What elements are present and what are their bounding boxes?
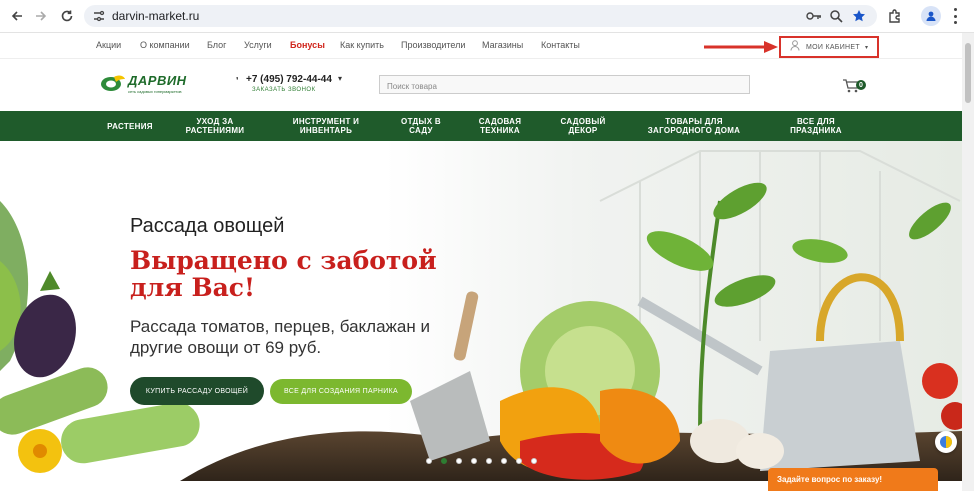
- category-label-line1: УХОД ЗА: [196, 117, 234, 126]
- logo-icon[interactable]: [100, 74, 126, 92]
- category-plant-care[interactable]: УХОД ЗА РАСТЕНИЯМИ: [170, 111, 260, 141]
- extensions-icon[interactable]: [886, 7, 904, 25]
- category-country-house[interactable]: ТОВАРЫ ДЛЯ ЗАГОРОДНОГО ДОМА: [634, 111, 754, 141]
- search-input[interactable]: [380, 78, 749, 95]
- cart-count-badge[interactable]: 0: [856, 80, 866, 90]
- slider-dot[interactable]: [531, 458, 537, 464]
- category-tools[interactable]: ИНСТРУМЕНТ И ИНВЕНТАРЬ: [278, 111, 374, 141]
- category-label-line2: САДУ: [409, 126, 433, 135]
- category-holiday[interactable]: ВСЕ ДЛЯ ПРАЗДНИКА: [770, 111, 862, 141]
- profile-icon[interactable]: [921, 6, 941, 26]
- category-label-line1: ОТДЫХ В: [401, 117, 441, 126]
- greenhouse-button[interactable]: ВСЕ ДЛЯ СОЗДАНИЯ ПАРНИКА: [270, 379, 412, 404]
- chat-label: Задайте вопрос по заказу!: [777, 475, 883, 484]
- top-nav-link-stores[interactable]: Магазины: [482, 40, 523, 50]
- phone-icon: ❜: [236, 76, 239, 85]
- address-bar[interactable]: darvin-market.ru: [84, 5, 877, 27]
- category-label-line2: РАСТЕНИЯМИ: [185, 126, 245, 135]
- forward-icon[interactable]: [32, 7, 50, 25]
- category-label-line1: САДОВЫЙ: [560, 117, 606, 126]
- category-label-line1: ТОВАРЫ ДЛЯ: [665, 117, 723, 126]
- category-label-line2: ПРАЗДНИКА: [790, 126, 842, 135]
- top-nav-link-contacts[interactable]: Контакты: [541, 40, 580, 50]
- top-nav-link-how-to-buy[interactable]: Как купить: [340, 40, 384, 50]
- url-text[interactable]: darvin-market.ru: [112, 9, 199, 23]
- category-label-line2: ЗАГОРОДНОГО ДОМА: [647, 126, 741, 135]
- callback-link[interactable]: ЗАКАЗАТЬ ЗВОНОК: [252, 87, 316, 93]
- zoom-icon[interactable]: [828, 8, 844, 24]
- site-settings-icon[interactable]: [92, 9, 106, 23]
- category-garden-machinery[interactable]: САДОВАЯ ТЕХНИКА: [464, 111, 536, 141]
- hero-title: Выращено с заботой для Вас!: [130, 246, 437, 302]
- menu-icon[interactable]: [952, 8, 958, 24]
- top-nav-link-producers[interactable]: Производители: [401, 40, 465, 50]
- slider-dot[interactable]: [516, 458, 522, 464]
- logo-tagline: сеть садовых гипермаркетов: [128, 89, 182, 94]
- chat-order-question[interactable]: Задайте вопрос по заказу!: [768, 468, 938, 491]
- hero-vegetables-image: [0, 150, 962, 481]
- slider-dot[interactable]: [471, 458, 477, 464]
- my-account-label: МОИ КАБИНЕТ: [806, 43, 860, 51]
- bookmark-star-icon[interactable]: [851, 8, 867, 24]
- phone-number[interactable]: +7 (495) 792-44-44: [246, 74, 332, 85]
- slider-dot[interactable]: [486, 458, 492, 464]
- logo-name[interactable]: ДАРВИН: [128, 73, 187, 88]
- search-box[interactable]: [379, 75, 750, 95]
- annotation-arrow: [704, 41, 778, 53]
- top-nav-link-services[interactable]: Услуги: [244, 40, 272, 50]
- category-label-line2: ДЕКОР: [568, 126, 598, 135]
- scrollbar-thumb[interactable]: [965, 43, 971, 103]
- my-account-button[interactable]: МОИ КАБИНЕТ ▾: [779, 36, 879, 58]
- chevron-down-icon: ▾: [864, 44, 868, 51]
- buy-seedlings-button[interactable]: КУПИТЬ РАССАДУ ОВОЩЕЙ: [130, 377, 264, 405]
- category-label-line1: ВСЕ ДЛЯ: [797, 117, 835, 126]
- category-nav: РАСТЕНИЯ УХОД ЗА РАСТЕНИЯМИ ИНСТРУМЕНТ ИИ…: [0, 111, 974, 141]
- category-label-line2: ТЕХНИКА: [480, 126, 520, 135]
- password-key-icon[interactable]: [806, 8, 822, 24]
- chat-assistant-icon[interactable]: [935, 431, 957, 453]
- category-label-line2: ИНВЕНТАРЬ: [299, 126, 353, 135]
- slider-dot[interactable]: [456, 458, 462, 464]
- phone-dropdown-icon[interactable]: ▾: [338, 74, 342, 83]
- slider-dot[interactable]: [501, 458, 507, 464]
- top-nav-link-sales[interactable]: Акции: [96, 40, 121, 50]
- top-nav-link-blog[interactable]: Блог: [207, 40, 226, 50]
- hero-banner[interactable]: Рассада овощей Выращено с заботой для Ва…: [0, 141, 962, 481]
- back-icon[interactable]: [8, 7, 26, 25]
- hero-text: Рассада томатов, перцев, баклажан и друг…: [130, 317, 430, 357]
- slider-dots: [426, 458, 537, 464]
- category-plants[interactable]: РАСТЕНИЯ: [96, 111, 164, 141]
- category-garden-rest[interactable]: ОТДЫХ В САДУ: [386, 111, 456, 141]
- slider-dot[interactable]: [426, 458, 432, 464]
- top-nav-link-about[interactable]: О компании: [140, 40, 190, 50]
- site-header: ДАРВИН сеть садовых гипермаркетов ❜ +7 (…: [0, 59, 974, 111]
- slider-dot-active[interactable]: [441, 458, 447, 464]
- category-garden-decor[interactable]: САДОВЫЙ ДЕКОР: [548, 111, 618, 141]
- top-nav-link-bonus[interactable]: Бонусы: [290, 40, 325, 50]
- user-icon: [790, 38, 800, 56]
- category-label-line1: САДОВАЯ: [478, 117, 522, 126]
- reload-icon[interactable]: [58, 7, 76, 25]
- hero-subtitle: Рассада овощей: [130, 215, 285, 237]
- page-scrollbar[interactable]: [962, 33, 974, 491]
- category-label-line1: РАСТЕНИЯ: [107, 121, 153, 131]
- browser-toolbar: darvin-market.ru: [0, 0, 974, 33]
- category-label-line1: ИНСТРУМЕНТ И: [292, 117, 360, 126]
